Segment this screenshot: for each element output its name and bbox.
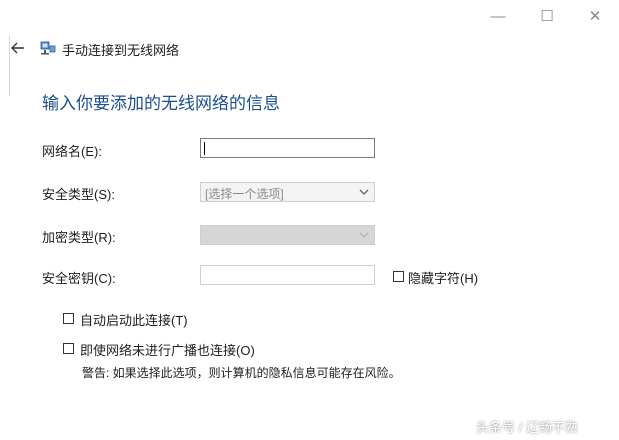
minimize-button[interactable]: — — [483, 6, 513, 26]
connect-hidden-checkbox[interactable] — [63, 343, 74, 354]
security-key-label: 安全密钥(C): — [42, 271, 116, 286]
network-icon — [40, 41, 56, 55]
network-name-input[interactable] — [200, 138, 375, 158]
security-type-label: 安全类型(S): — [42, 187, 115, 202]
auto-connect-label: 自动启动此连接(T) — [80, 313, 188, 328]
maximize-button[interactable]: ☐ — [532, 6, 562, 26]
encryption-type-label: 加密类型(R): — [42, 230, 116, 245]
dialog-window: — ☐ ✕ 手动连接到无线网络 输入你要添加的无线网络的信息 网络名(E): 安… — [0, 0, 619, 440]
connect-hidden-label: 即使网络未进行广播也连接(O) — [80, 343, 255, 358]
back-button[interactable] — [8, 38, 28, 58]
page-heading: 输入你要添加的无线网络的信息 — [42, 94, 280, 113]
back-arrow-icon — [11, 42, 24, 54]
network-name-label: 网络名(E): — [42, 144, 102, 159]
chevron-down-icon — [359, 189, 369, 195]
security-key-input[interactable] — [200, 265, 375, 285]
security-type-value: [选择一个选项] — [205, 187, 284, 201]
chevron-down-icon — [359, 232, 369, 238]
security-type-select[interactable]: [选择一个选项] — [200, 182, 375, 202]
privacy-warning: 警告: 如果选择此选项，则计算机的隐私信息可能存在风险。 — [82, 366, 401, 380]
window-title: 手动连接到无线网络 — [62, 43, 180, 58]
close-button[interactable]: ✕ — [580, 6, 610, 26]
hide-chars-label: 隐藏字符(H) — [408, 271, 479, 286]
encryption-type-select[interactable] — [200, 225, 375, 245]
watermark: 头条号 / 辽畅不熟 — [476, 420, 578, 435]
text-caret — [204, 142, 205, 155]
auto-connect-checkbox[interactable] — [63, 313, 74, 324]
hide-chars-checkbox[interactable] — [393, 271, 404, 282]
